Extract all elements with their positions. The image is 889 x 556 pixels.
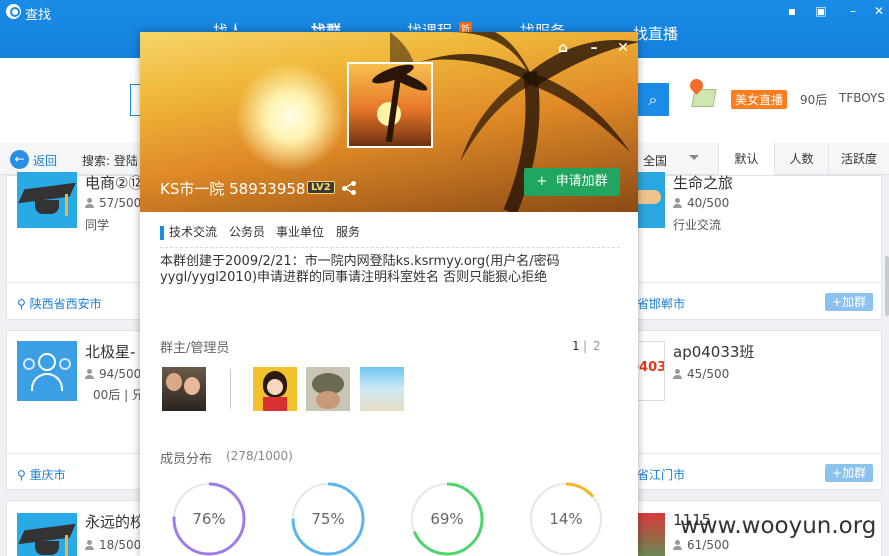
group-card[interactable]: 04033 ap04033班 45/500 省江门市 +加群 [620,330,882,490]
join-group-button[interactable]: +加群 [825,464,873,482]
page-1[interactable]: 1 [572,339,580,353]
hot-live-badge[interactable]: 美女直播 [731,90,788,109]
location-pin-icon: ⚲ [17,468,26,482]
graduation-cap-icon [17,513,77,556]
tag-service: 服务 [336,225,361,239]
member-count: 61/500 [673,538,729,552]
members-title: 成员分布 [160,452,213,467]
share-icon[interactable] [342,181,356,195]
member-count: 57/500 [85,196,141,210]
group-location: ⚲ 重庆市 [17,468,66,482]
scrollbar[interactable] [885,256,889,316]
level-badge: LV2 [307,181,335,194]
group-name[interactable]: ap04033班 [673,341,754,362]
lock-icon[interactable]: ▣ [813,4,829,18]
group-location: 省邯郸市 [637,297,686,311]
region-value: 全国 [643,154,668,168]
admins-title: 群主/管理员 [160,341,230,356]
window-title: 查找 [25,8,52,23]
group-banner: ⌂ – ✕ KS市一院 58933958 LV2 + 申请加群 [140,32,638,212]
apply-join-button[interactable]: + 申请加群 [524,168,620,196]
distribution-percent: 14% [549,510,583,528]
page-2[interactable]: 2 [593,339,601,353]
photo-icon [635,513,665,556]
page-separator: | [583,339,588,353]
user-icon [673,540,683,550]
member-count: 18/500 [85,538,141,552]
user-icon [673,369,683,379]
back-button[interactable]: 返回 [33,152,57,169]
group-title: KS市一院 58933958 [160,180,306,198]
plus-icon: + [536,174,548,189]
graduation-cap-icon [17,172,77,228]
member-count: 40/500 [673,196,729,210]
map-pin-icon[interactable] [687,76,718,111]
admin-avatar[interactable] [253,367,297,411]
search-icon: ⌕ [648,90,658,109]
member-count: 45/500 [673,367,729,381]
group-introduction: 本群创建于2009/2/21：市一院内网登陆ks.ksrmyy.org(用户名/… [160,254,560,285]
group-tag: 00后 | 兄 [93,388,144,402]
tab-find-live[interactable]: 找直播 [633,23,678,44]
tag-civil-servant: 公务员 [229,225,266,239]
group-location: 省江门市 [637,468,686,482]
group-name[interactable]: 生命之旅 [673,172,733,193]
owner-avatar[interactable] [162,367,206,411]
user-icon [85,540,95,550]
group-tag: 行业交流 [673,218,722,232]
hot-keyword-90s[interactable]: 90后 [800,91,827,108]
admin-avatar[interactable] [360,367,404,411]
message-icon[interactable]: ▪ [784,4,800,18]
user-icon [85,198,95,208]
sort-default-tab[interactable]: 默认 [718,143,774,175]
group-location: ⚲ 陕西省西安市 [17,297,102,311]
distribution-percent: 76% [192,510,226,528]
close-icon[interactable]: ✕ [615,40,631,56]
watermark: www.wooyun.org [680,513,877,539]
group-people-icon [17,341,77,401]
join-group-button[interactable]: +加群 [825,293,873,311]
location-pin-icon: ⚲ [17,297,26,311]
admin-avatar[interactable] [306,367,350,411]
group-detail-popup: ⌂ – ✕ KS市一院 58933958 LV2 + 申请加群 技术交流 公务员… [140,32,638,556]
group-avatar[interactable] [347,60,433,148]
sort-activity-tab[interactable]: 活跃度 [828,143,889,175]
group-card[interactable]: 生命之旅 40/500 行业交流 省邯郸市 +加群 [620,172,882,320]
user-icon [85,369,95,379]
owner-divider [230,369,231,409]
minimize-icon[interactable]: – [586,40,602,56]
back-arrow-icon[interactable]: ← [10,150,29,169]
tag-institution: 事业单位 [276,225,325,239]
close-icon[interactable]: ✕ [871,4,887,18]
pin-icon[interactable]: ⌂ [555,40,571,56]
group-name[interactable]: 永远的校 [85,511,145,532]
group-tag: 同学 [85,218,110,232]
search-button[interactable]: ⌕ [637,83,669,116]
group-tags: 技术交流 公务员 事业单位 服务 [160,222,620,248]
qq-logo-icon [6,4,21,19]
distribution-percent: 69% [430,510,464,528]
hot-keyword-tfboys[interactable]: TFBOYS [839,91,885,105]
member-count: 94/500 [85,367,141,381]
minimize-icon[interactable]: – [845,4,861,18]
member-count-total: (278/1000) [226,449,293,463]
sort-members-tab[interactable]: 人数 [774,143,828,175]
tag-tech: 技术交流 [169,225,218,239]
region-dropdown[interactable]: 全国 [637,151,717,169]
search-query-label: 搜索: 登陆 [82,154,138,168]
chevron-down-icon [689,155,699,160]
user-icon [673,198,683,208]
group-name[interactable]: 北极星- [85,341,135,362]
class-logo-icon: 04033 [635,341,665,401]
distribution-percent: 75% [311,510,345,528]
